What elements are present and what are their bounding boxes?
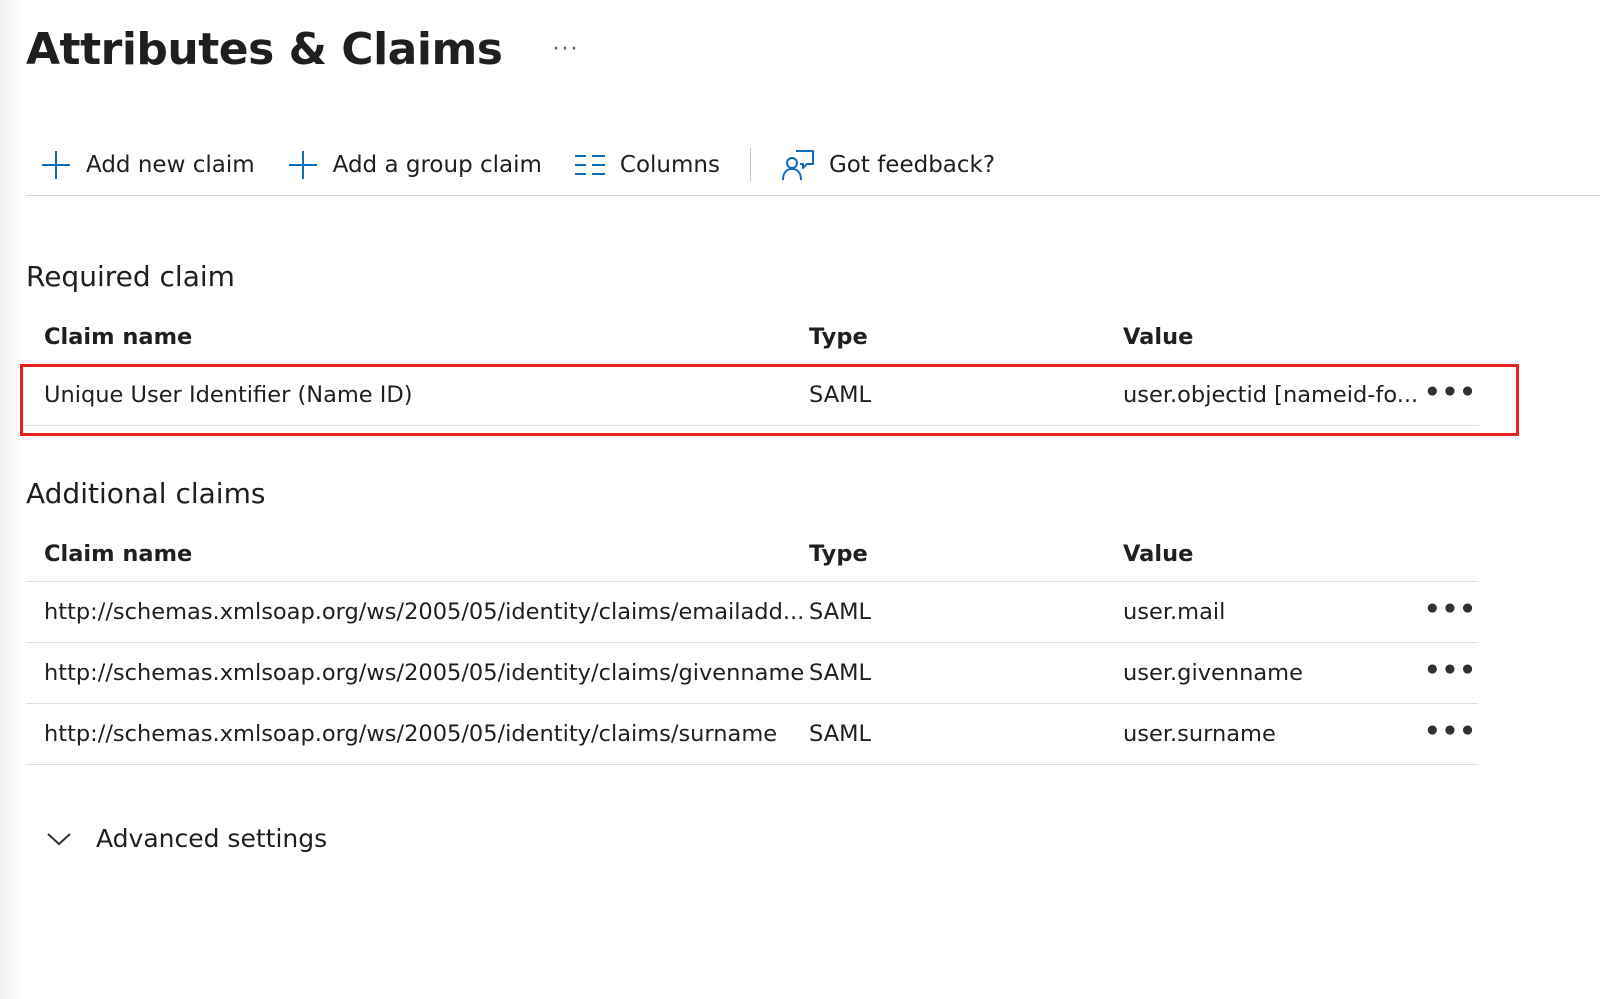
plus-icon <box>40 149 72 181</box>
page-title: Attributes & Claims <box>26 24 503 75</box>
additional-claims-table: Claim name Type Value http://schemas.xml… <box>26 527 1478 765</box>
add-group-claim-button[interactable]: Add a group claim <box>271 143 558 187</box>
claim-value-cell: user.surname <box>1123 721 1276 747</box>
chevron-down-icon <box>46 831 72 847</box>
columns-button[interactable]: Columns <box>558 143 736 187</box>
required-claims-table: Claim name Type Value Unique User Identi… <box>26 310 1478 426</box>
column-header-type[interactable]: Type <box>809 324 1123 350</box>
columns-icon <box>574 154 606 176</box>
add-new-claim-button[interactable]: Add new claim <box>26 143 271 187</box>
claim-type-cell: SAML <box>809 660 872 686</box>
table-row[interactable]: http://schemas.xmlsoap.org/ws/2005/05/id… <box>26 642 1478 703</box>
claim-type-cell: SAML <box>809 599 872 625</box>
more-icon[interactable]: ••• <box>1424 378 1477 408</box>
page: Attributes & Claims ··· Add new claim Ad… <box>20 0 1600 999</box>
columns-label: Columns <box>619 152 720 178</box>
claim-name-cell[interactable]: http://schemas.xmlsoap.org/ws/2005/05/id… <box>26 660 809 686</box>
column-header-claim-name[interactable]: Claim name <box>26 324 809 350</box>
feedback-icon <box>781 148 815 182</box>
claim-type-cell: SAML <box>809 382 872 408</box>
more-icon[interactable]: ••• <box>1424 656 1477 686</box>
plus-icon <box>287 149 319 181</box>
claim-name-cell[interactable]: http://schemas.xmlsoap.org/ws/2005/05/id… <box>26 721 809 747</box>
column-header-value[interactable]: Value <box>1123 541 1423 567</box>
claim-name-cell[interactable]: http://schemas.xmlsoap.org/ws/2005/05/id… <box>26 599 809 625</box>
required-claim-heading: Required claim <box>26 260 235 293</box>
column-header-value[interactable]: Value <box>1123 324 1423 350</box>
table-row[interactable]: Unique User Identifier (Name ID) SAML us… <box>26 364 1478 426</box>
claim-value-cell: user.mail <box>1123 599 1226 625</box>
claim-name-cell[interactable]: Unique User Identifier (Name ID) <box>26 382 809 408</box>
add-new-claim-label: Add new claim <box>86 152 255 178</box>
claim-value-cell: user.objectid [nameid-fo... <box>1123 382 1419 408</box>
toolbar-divider <box>749 148 751 182</box>
feedback-button[interactable]: Got feedback? <box>765 143 1011 187</box>
feedback-label: Got feedback? <box>828 152 996 178</box>
claim-value-cell: user.givenname <box>1123 660 1303 686</box>
advanced-settings-label: Advanced settings <box>96 824 328 853</box>
advanced-settings-toggle[interactable]: Advanced settings <box>46 824 327 853</box>
table-header-row: Claim name Type Value <box>26 527 1478 581</box>
additional-claims-heading: Additional claims <box>26 477 266 510</box>
more-icon[interactable]: ••• <box>1424 717 1477 747</box>
add-group-claim-label: Add a group claim <box>332 152 542 178</box>
command-bar: Add new claim Add a group claim Columns <box>26 135 1600 196</box>
column-header-claim-name[interactable]: Claim name <box>26 541 809 567</box>
more-icon[interactable]: ••• <box>1424 595 1477 625</box>
title-row: Attributes & Claims ··· <box>26 20 579 80</box>
table-row[interactable]: http://schemas.xmlsoap.org/ws/2005/05/id… <box>26 581 1478 642</box>
table-header-row: Claim name Type Value <box>26 310 1478 364</box>
table-row[interactable]: http://schemas.xmlsoap.org/ws/2005/05/id… <box>26 703 1478 765</box>
left-shade <box>0 0 26 999</box>
title-more-button[interactable]: ··· <box>552 20 579 80</box>
claim-type-cell: SAML <box>809 721 872 747</box>
column-header-type[interactable]: Type <box>809 541 1123 567</box>
